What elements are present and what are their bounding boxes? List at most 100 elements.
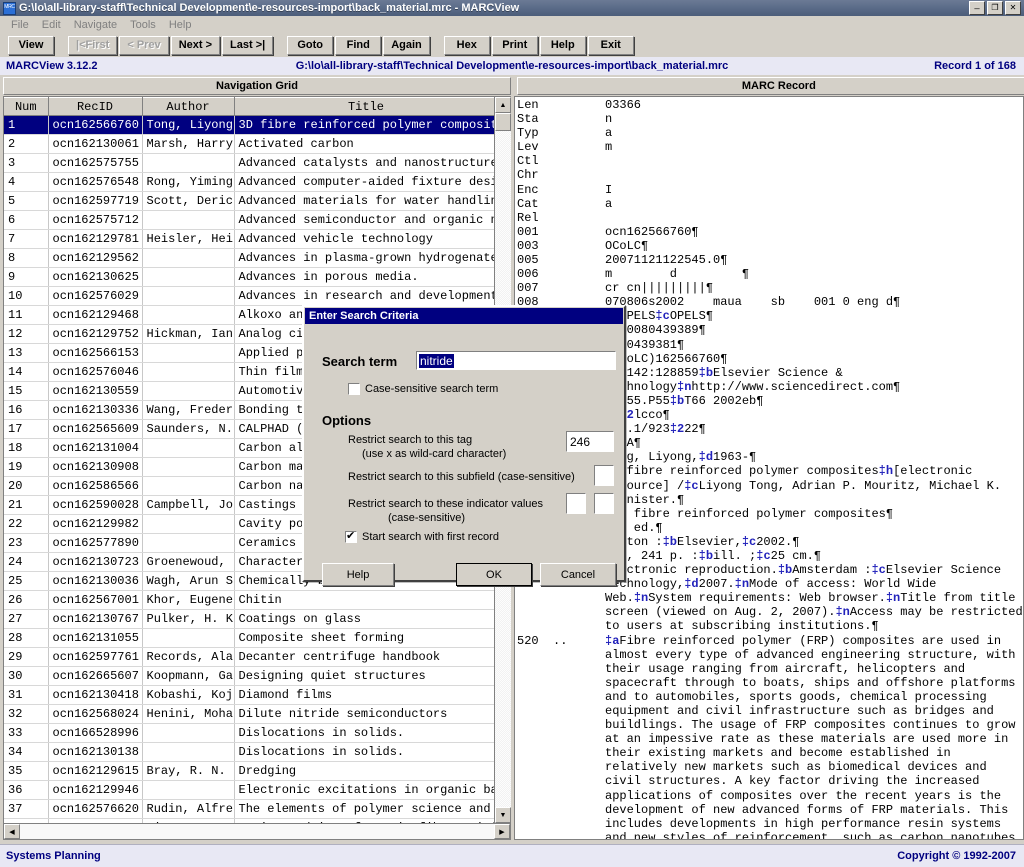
- table-row[interactable]: 9 ocn162130625 Advances in porous media.: [4, 267, 494, 288]
- scroll-up-icon[interactable]: ▲: [495, 97, 511, 114]
- menu-item-help[interactable]: Help: [163, 18, 199, 32]
- dialog-title: Enter Search Criteria: [305, 308, 623, 324]
- view-button[interactable]: View: [8, 35, 54, 55]
- table-row[interactable]: 4 ocn162576548 Rong, Yiming Advanced comput…: [4, 172, 494, 193]
- goto-button[interactable]: Goto: [287, 35, 334, 55]
- window-controls: [969, 1, 1021, 15]
- row-author: Groenewoud,: [142, 552, 235, 573]
- table-row[interactable]: 5 ocn162597719 Scott, Deric Advanced materi…: [4, 191, 494, 212]
- table-row[interactable]: 27 ocn162130767 Pulker, H. K Coatings on gl…: [4, 609, 494, 630]
- marc-line: Chr: [517, 168, 1023, 182]
- table-row[interactable]: 37 ocn162576620 Rudin, Alfre The elements o…: [4, 799, 494, 820]
- table-row[interactable]: 6 ocn162575712 Advanced semiconductor and …: [4, 210, 494, 231]
- table-row[interactable]: 28 ocn162131055 Composite sheet forming: [4, 628, 494, 649]
- marc-line: 001 ocn162566760¶: [517, 224, 699, 239]
- row-title: Advances in plasma-grown hydrogenated fi…: [234, 248, 494, 269]
- table-row[interactable]: 26 ocn162567001 Khor, Eugene Chitin: [4, 590, 494, 611]
- row-recid: ocn166528996: [48, 723, 143, 744]
- prev-record-button[interactable]: < Prev: [119, 35, 169, 55]
- row-num: 9: [4, 267, 49, 288]
- row-title: The elements of polymer science and engi…: [234, 799, 494, 820]
- column-header-num[interactable]: Num: [4, 97, 49, 117]
- status-bar: Systems Planning Copyright © 1992-2007: [0, 844, 1024, 867]
- table-row[interactable]: 8 ocn162129562 Advances in plasma-grown hy…: [4, 248, 494, 269]
- restrict-indicator2-input[interactable]: [594, 493, 614, 514]
- menu-item-file[interactable]: File: [5, 18, 36, 32]
- row-num: 5: [4, 191, 49, 212]
- hscroll-track[interactable]: [20, 824, 494, 839]
- case-sensitive-checkbox-row[interactable]: Case-sensitive search term: [348, 383, 498, 395]
- table-row[interactable]: 31 ocn162130418 Kobashi, Koj Diamond films: [4, 685, 494, 706]
- next-record-button[interactable]: Next >: [170, 35, 221, 55]
- row-recid: ocn162665607: [48, 666, 143, 687]
- row-num: 14: [4, 362, 49, 383]
- exit-button[interactable]: Exit: [587, 35, 634, 55]
- hex-button[interactable]: Hex: [443, 35, 490, 55]
- dialog-cancel-button[interactable]: Cancel: [540, 563, 616, 586]
- marc-subfield-delimiter: ‡b: [698, 548, 714, 563]
- close-icon[interactable]: [1005, 1, 1021, 15]
- scroll-down-icon[interactable]: ▼: [495, 807, 511, 823]
- row-author: [142, 305, 235, 326]
- table-row[interactable]: 35 ocn162129615 Bray, R. N. Dredging: [4, 761, 494, 782]
- search-term-input[interactable]: nitride: [416, 351, 616, 370]
- row-title: Dislocations in solids.: [234, 723, 494, 744]
- table-row[interactable]: 10 ocn162576029 Advances in research and d…: [4, 286, 494, 307]
- column-header-recid[interactable]: RecID: [48, 97, 143, 117]
- dialog-help-button[interactable]: Help: [322, 563, 394, 586]
- maximize-icon[interactable]: [987, 1, 1003, 15]
- start-first-record-checkbox-row[interactable]: Start search with first record: [345, 529, 499, 543]
- help-button[interactable]: Help: [539, 35, 586, 55]
- table-row[interactable]: 1 ocn162566760 Tong, Liyong 3D fibre reinfo…: [4, 115, 494, 136]
- first-record-button[interactable]: |<First: [68, 35, 118, 55]
- table-row[interactable]: 30 ocn162665607 Koopmann, Ga Designing quie…: [4, 666, 494, 687]
- restrict-indicator1-input[interactable]: [566, 493, 586, 514]
- row-recid: ocn162575755: [48, 153, 143, 174]
- row-author: [142, 780, 235, 801]
- scroll-left-icon[interactable]: ◀: [4, 824, 20, 839]
- find-button[interactable]: Find: [335, 35, 382, 55]
- toolbar: View |<First < Prev Next > Last >| Goto …: [0, 33, 1024, 57]
- marc-subfield-delimiter: ‡n: [835, 605, 850, 620]
- options-group-label: Options: [322, 413, 372, 428]
- row-recid: ocn162130336: [48, 400, 143, 421]
- marc-tag: Lev: [517, 140, 539, 155]
- navigation-grid-horizontal-scrollbar[interactable]: ◀ ▶: [3, 824, 511, 840]
- restrict-tag-input[interactable]: 246: [566, 431, 614, 452]
- dialog-ok-button[interactable]: OK: [456, 563, 532, 586]
- window-title-bar[interactable]: G:\lo\all-library-staff\Technical Develo…: [0, 0, 1024, 16]
- table-row[interactable]: 29 ocn162597761 Records, Ala Decanter centr…: [4, 647, 494, 668]
- menu-item-edit[interactable]: Edit: [36, 18, 68, 32]
- table-row[interactable]: 38ocn162131123Kim, Jang-KyEngineered int…: [4, 818, 494, 823]
- scroll-thumb[interactable]: [495, 113, 511, 132]
- marc-line: Typ a: [517, 126, 613, 141]
- row-title: Electronic excitations in organic based …: [234, 780, 494, 801]
- row-author: [142, 438, 235, 459]
- row-num: 2: [4, 134, 49, 155]
- column-header-author[interactable]: Author: [142, 97, 235, 117]
- table-row[interactable]: 32 ocn162568024 Henini, Moha Dilute nitride…: [4, 704, 494, 725]
- menu-item-tools[interactable]: Tools: [124, 18, 163, 32]
- menu-item-navigate[interactable]: Navigate: [68, 18, 124, 32]
- column-header-title[interactable]: Title: [234, 97, 494, 117]
- start-first-record-checkbox[interactable]: [345, 529, 357, 543]
- case-sensitive-checkbox[interactable]: [348, 383, 360, 395]
- table-row[interactable]: 2 ocn162130061 Marsh, Harry Activated carbo…: [4, 134, 494, 155]
- table-row[interactable]: 36 ocn162129946 Electronic excitations in …: [4, 780, 494, 801]
- restrict-subfield-input[interactable]: [594, 465, 614, 486]
- table-row[interactable]: 34 ocn162130138 Dislocations in solids.: [4, 742, 494, 763]
- minimize-icon[interactable]: [969, 1, 985, 15]
- marc-line: Web.‡nSystem requirements: Web browser.‡…: [605, 591, 1016, 606]
- again-button[interactable]: Again: [383, 35, 430, 55]
- table-row[interactable]: 33 ocn166528996 Dislocations in solids.: [4, 723, 494, 744]
- row-num: 36: [4, 780, 49, 801]
- search-criteria-dialog[interactable]: Enter Search Criteria Search term nitrid…: [302, 305, 626, 586]
- table-row[interactable]: 3 ocn162575755 Advanced catalysts and nano…: [4, 153, 494, 174]
- table-row[interactable]: 7 ocn162129781 Heisler, Hei Advanced vehicl…: [4, 229, 494, 250]
- row-author: Campbell, Jo: [142, 495, 235, 516]
- row-author: Saunders, N.: [142, 419, 235, 440]
- last-record-button[interactable]: Last >|: [222, 35, 274, 55]
- marc-subfield-delimiter: ‡c: [684, 478, 699, 493]
- print-button[interactable]: Print: [491, 35, 538, 55]
- scroll-right-icon[interactable]: ▶: [494, 824, 510, 839]
